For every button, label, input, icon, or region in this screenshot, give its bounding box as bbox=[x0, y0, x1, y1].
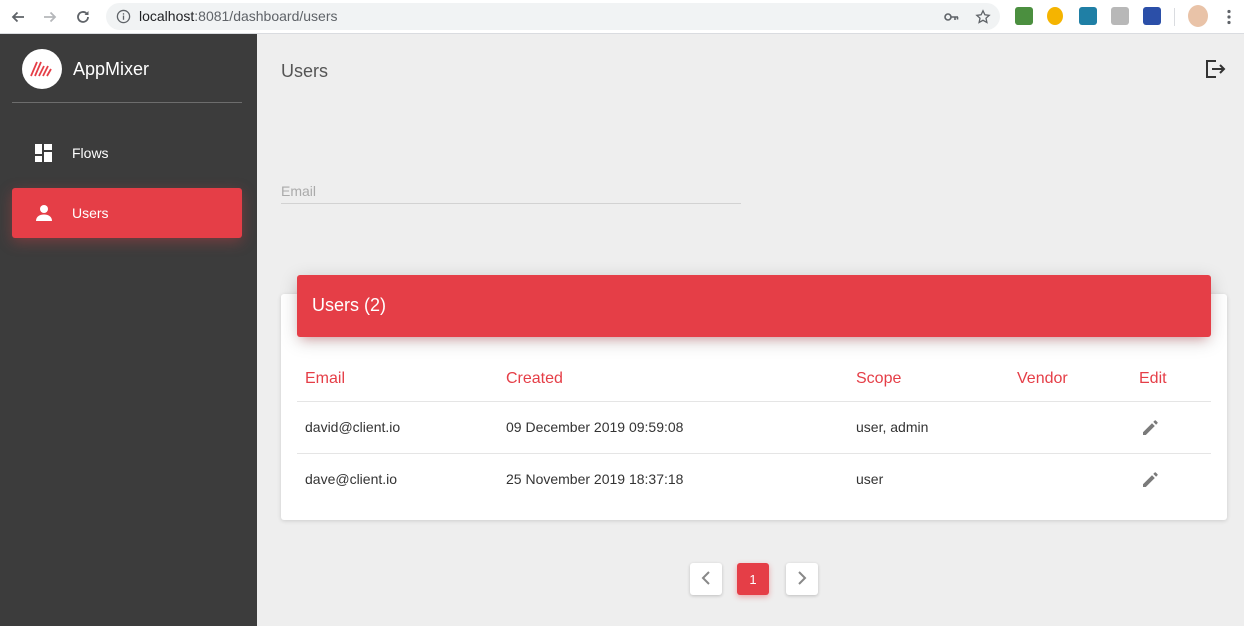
profile-avatar[interactable] bbox=[1188, 5, 1208, 27]
column-header-created: Created bbox=[506, 370, 563, 388]
pagination-prev-button[interactable] bbox=[690, 563, 722, 595]
chevron-right-icon bbox=[797, 570, 807, 588]
forward-arrow-icon[interactable] bbox=[38, 5, 62, 29]
pencil-icon[interactable] bbox=[1139, 415, 1163, 439]
sidebar-divider bbox=[12, 102, 242, 103]
table-row: dave@client.io 25 November 2019 18:37:18… bbox=[297, 452, 1211, 505]
back-arrow-icon[interactable] bbox=[6, 5, 30, 29]
pagination-page-1[interactable]: 1 bbox=[737, 563, 769, 595]
info-icon[interactable] bbox=[116, 9, 131, 29]
pagination-next-button[interactable] bbox=[786, 563, 818, 595]
extension-wave-icon[interactable] bbox=[1079, 7, 1097, 25]
sidebar-item-label: Flows bbox=[72, 145, 109, 161]
column-header-email: Email bbox=[305, 370, 346, 388]
user-scope: user bbox=[848, 452, 1009, 505]
browser-toolbar: localhost:8081/dashboard/users bbox=[0, 0, 1244, 34]
edit-cell bbox=[1131, 400, 1211, 453]
sidebar-item-flows[interactable]: Flows bbox=[12, 128, 242, 178]
reload-icon[interactable] bbox=[71, 5, 95, 29]
toolbar-separator bbox=[1174, 8, 1175, 26]
users-table: Email Created Scope Vendor Edit david@cl… bbox=[297, 358, 1211, 505]
pencil-icon[interactable] bbox=[1139, 467, 1163, 491]
table-header-row: Email Created Scope Vendor Edit bbox=[297, 358, 1211, 401]
user-vendor bbox=[1009, 452, 1131, 505]
chevron-left-icon bbox=[701, 570, 711, 588]
appmixer-logo[interactable] bbox=[22, 49, 62, 89]
logout-icon[interactable] bbox=[1202, 56, 1228, 82]
extension-green-icon[interactable] bbox=[1015, 7, 1033, 25]
url-path: :8081/dashboard/users bbox=[194, 8, 338, 24]
brand-name[interactable]: AppMixer bbox=[73, 59, 149, 80]
column-header-scope: Scope bbox=[856, 370, 902, 388]
sidebar: AppMixer Flows Users bbox=[0, 34, 257, 626]
sidebar-item-label: Users bbox=[72, 205, 109, 221]
users-card-title: Users (2) bbox=[312, 295, 387, 315]
menu-dots-icon[interactable] bbox=[1217, 5, 1241, 29]
user-created: 25 November 2019 18:37:18 bbox=[498, 452, 848, 505]
email-filter-input[interactable] bbox=[281, 174, 741, 204]
extension-blue-icon[interactable] bbox=[1143, 7, 1161, 25]
users-card-header: Users (2) bbox=[297, 275, 1211, 337]
main-content: Users Users (2) Email Created Scope Vend… bbox=[257, 34, 1244, 626]
star-icon[interactable] bbox=[974, 8, 992, 26]
person-icon bbox=[32, 201, 56, 225]
sidebar-item-users[interactable]: Users bbox=[12, 188, 242, 238]
table-row: david@client.io 09 December 2019 09:59:0… bbox=[297, 400, 1211, 453]
user-created: 09 December 2019 09:59:08 bbox=[498, 400, 848, 453]
extension-penguin-icon[interactable] bbox=[1047, 7, 1063, 25]
user-email: dave@client.io bbox=[297, 452, 498, 505]
key-icon[interactable] bbox=[942, 8, 960, 26]
column-header-edit: Edit bbox=[1139, 370, 1167, 388]
address-bar[interactable]: localhost:8081/dashboard/users bbox=[106, 3, 1000, 30]
extension-grey-icon[interactable] bbox=[1111, 7, 1129, 25]
column-header-vendor: Vendor bbox=[1017, 370, 1068, 388]
dashboard-icon bbox=[32, 141, 56, 165]
user-email: david@client.io bbox=[297, 400, 498, 453]
user-vendor bbox=[1009, 400, 1131, 453]
url-host: localhost bbox=[139, 8, 195, 24]
page-title: Users bbox=[281, 61, 329, 81]
url-text: localhost:8081/dashboard/users bbox=[139, 8, 337, 24]
user-scope: user, admin bbox=[848, 400, 1009, 453]
edit-cell bbox=[1131, 452, 1211, 505]
